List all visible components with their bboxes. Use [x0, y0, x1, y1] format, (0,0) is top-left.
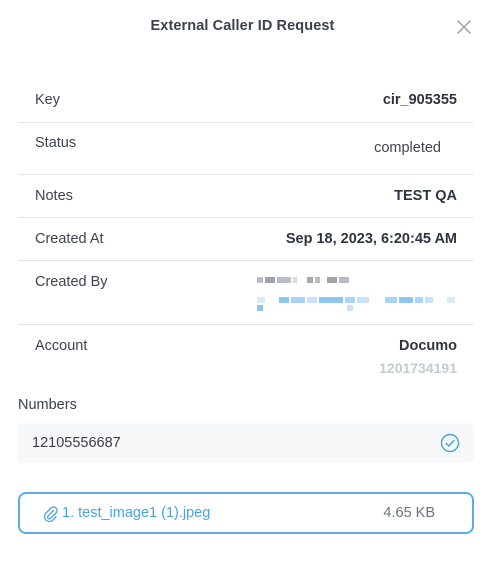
redacted-creator — [257, 277, 457, 315]
account-id: 1201734191 — [379, 360, 457, 376]
detail-row-created-by: Created By — [18, 261, 474, 325]
detail-label: Account — [35, 338, 88, 354]
modal-title: External Caller ID Request — [150, 18, 335, 34]
detail-row-status: Status completed — [18, 123, 474, 175]
detail-value: cir_905355 — [382, 92, 457, 108]
numbers-section-label: Numbers — [18, 397, 77, 413]
status-value: completed — [374, 140, 441, 156]
attachment-item[interactable]: 1. test_image1 (1).jpeg 4.65 KB — [18, 492, 474, 534]
detail-label: Created By — [35, 274, 108, 290]
close-icon[interactable] — [455, 18, 473, 36]
caller-id-request-modal: External Caller ID Request Key cir_90535… — [0, 0, 485, 569]
modal-header: External Caller ID Request — [0, 14, 485, 40]
detail-value: TEST QA — [394, 188, 457, 204]
detail-row-key: Key cir_905355 — [18, 80, 474, 123]
detail-label: Created At — [35, 231, 104, 247]
check-circle-icon — [440, 433, 460, 453]
number-list-item: 12105556687 — [18, 423, 474, 463]
detail-label: Status — [35, 135, 77, 151]
detail-label: Notes — [35, 188, 73, 204]
detail-label: Key — [35, 92, 60, 108]
detail-row-created-at: Created At Sep 18, 2023, 6:20:45 AM — [18, 218, 474, 261]
detail-row-account: Account Documo 1201734191 — [18, 325, 474, 385]
attachment-size: 4.65 KB — [383, 505, 435, 521]
detail-value: Sep 18, 2023, 6:20:45 AM — [285, 231, 457, 247]
account-name: Documo — [399, 338, 457, 354]
details-table: Key cir_905355 Status completed Notes TE… — [18, 80, 474, 385]
paperclip-icon — [42, 505, 58, 523]
detail-row-notes: Notes TEST QA — [18, 175, 474, 218]
phone-number: 12105556687 — [32, 435, 121, 451]
attachment-filename[interactable]: 1. test_image1 (1).jpeg — [62, 505, 210, 521]
